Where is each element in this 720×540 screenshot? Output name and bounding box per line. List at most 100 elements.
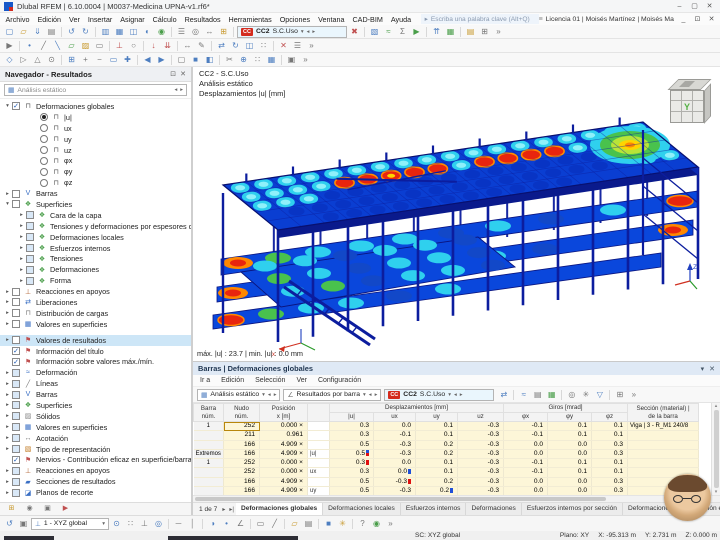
table-cell[interactable]: -0.3 — [374, 449, 416, 458]
fullscreen-table-icon[interactable]: ⊞ — [613, 389, 626, 401]
tree-item[interactable]: ⊓ux — [0, 123, 191, 134]
select-line-icon[interactable]: ╱ — [268, 518, 281, 530]
clipboard-icon[interactable]: ⊞ — [478, 26, 491, 38]
combo-dropdown-icon[interactable]: ▾ — [262, 392, 265, 398]
more-edit-icon[interactable]: » — [305, 40, 318, 52]
tree-radio[interactable] — [40, 124, 48, 132]
expander-icon[interactable]: ▸ — [3, 490, 12, 496]
table-cell[interactable]: 1 — [194, 422, 224, 431]
menu-opciones[interactable]: Opciones — [276, 15, 313, 24]
table-cell[interactable]: 0.000 × — [260, 468, 308, 477]
table-cell[interactable]: -0.1 — [374, 431, 416, 440]
table-cell[interactable]: -0.3 — [458, 440, 504, 449]
tree-item[interactable]: ▸◪Planos de recorte — [0, 487, 191, 498]
navigation-cube[interactable]: Y — [660, 75, 712, 127]
tree-checkbox[interactable]: ✓ — [12, 456, 20, 464]
table-cell[interactable] — [194, 468, 224, 477]
tree-item[interactable]: ▸❖Forma — [0, 275, 191, 286]
table-cell[interactable]: 0.2 — [416, 477, 458, 486]
table-cell[interactable]: 4.909 × — [260, 449, 308, 458]
expander-icon[interactable]: ▸ — [3, 392, 12, 398]
table-cell[interactable] — [308, 440, 330, 449]
table-tab[interactable]: Esfuerzos internos — [401, 503, 467, 515]
table-cell[interactable]: -0.3 — [458, 422, 504, 431]
transparent-display-icon[interactable]: ◧ — [203, 54, 216, 66]
table-cell[interactable] — [308, 431, 330, 440]
maximize-button[interactable]: ▢ — [688, 1, 701, 12]
table-cell[interactable]: -0.1 — [504, 459, 548, 468]
table-cell[interactable]: 1 — [194, 459, 224, 468]
table-cell[interactable]: 252 — [224, 468, 260, 477]
expander-icon[interactable]: ▸ — [3, 289, 12, 295]
table-cell[interactable]: 0.3 — [330, 422, 374, 431]
tree-radio[interactable] — [40, 113, 48, 121]
table-cell[interactable]: 0.000 × — [260, 422, 308, 431]
webcam-overlay[interactable] — [664, 474, 711, 521]
combo-dropdown-icon[interactable]: ▾ — [102, 521, 105, 527]
zoom-all-icon[interactable]: ⊞ — [65, 54, 78, 66]
tree-checkbox[interactable] — [26, 255, 34, 263]
mdi-restore-button[interactable]: ⊡ — [691, 14, 704, 25]
result-diagrams-icon[interactable]: ≈ — [382, 26, 395, 38]
split-view-icon[interactable]: ◫ — [127, 26, 140, 38]
tree-checkbox[interactable] — [26, 211, 34, 219]
expander-icon[interactable]: ▸ — [3, 191, 12, 197]
table-cell[interactable]: 0.3 — [330, 468, 374, 477]
tree-checkbox[interactable] — [12, 309, 20, 317]
annotation-icon[interactable]: ✎ — [195, 40, 208, 52]
close-button[interactable]: ✕ — [703, 1, 716, 12]
view-in-x-icon[interactable]: ▷ — [17, 54, 30, 66]
coordinate-system-combo[interactable]: ⊥ 1 - XYZ global ▾ — [31, 518, 109, 530]
table-cell[interactable] — [308, 422, 330, 431]
table-cell[interactable] — [194, 440, 224, 449]
blocks-icon[interactable]: ⊞ — [217, 26, 230, 38]
mdi-minimize-button[interactable]: _ — [677, 14, 690, 25]
tree-checkbox[interactable] — [12, 288, 20, 296]
object-snap-icon[interactable]: ⊕ — [237, 54, 250, 66]
table-cell[interactable]: 0.1 — [548, 459, 592, 468]
keyword-search-input[interactable]: ▸ Escriba una palabra clave (Alt+Q) — [421, 14, 539, 24]
table-cell[interactable]: 0.5 — [330, 477, 374, 486]
table-cell[interactable] — [194, 487, 224, 495]
tree-item[interactable]: ▸VBarras — [0, 389, 191, 400]
osnap-perpendicular-icon[interactable]: ∠ — [234, 518, 247, 530]
expander-icon[interactable]: ▸ — [3, 370, 12, 376]
table-cell[interactable]: -0.3 — [458, 477, 504, 486]
expander-icon[interactable]: ▸ — [3, 299, 12, 305]
pin-icon[interactable]: ⊡ — [170, 70, 176, 78]
table-result-mode-combo[interactable]: ∠ Resultados por barra ▾ ◂ ▸ — [283, 389, 381, 401]
new-opening-icon[interactable]: ▭ — [93, 40, 106, 52]
guideline-horizontal-icon[interactable]: ─ — [172, 518, 185, 530]
tree-checkbox[interactable] — [12, 467, 20, 475]
expander-icon[interactable]: ▸ — [17, 256, 26, 262]
combo-dropdown-icon[interactable]: ▾ — [301, 29, 304, 35]
snap-settings-icon[interactable]: ⊙ — [110, 518, 123, 530]
tree-item[interactable]: ▸▦Valores en superficies — [0, 319, 191, 330]
table-cell[interactable]: 0.3 — [592, 487, 628, 495]
menu-herramientas[interactable]: Herramientas — [225, 15, 275, 24]
tree-radio[interactable] — [40, 135, 48, 143]
tree-checkbox[interactable] — [26, 233, 34, 241]
table-cell[interactable]: 0.2 — [416, 440, 458, 449]
ortho-mode-icon[interactable]: ⊥ — [138, 518, 151, 530]
combo-next-icon[interactable]: ▸ — [312, 29, 315, 35]
table-cell[interactable]: 166 — [224, 487, 260, 495]
minimize-button[interactable]: – — [673, 1, 686, 12]
table-load-case-combo[interactable]: CC CC2 S.C.Uso ▾ ◂ ▸ — [384, 389, 494, 401]
tree-checkbox[interactable]: ✓ — [12, 358, 20, 366]
table-cell[interactable]: 0.3 — [592, 449, 628, 458]
dock-panel-icon[interactable]: ▾ — [701, 365, 705, 373]
tree-checkbox[interactable] — [12, 423, 20, 431]
table-tab[interactable]: Deformaciones globales — [236, 503, 323, 515]
solid-display-icon[interactable]: ■ — [189, 54, 202, 66]
previous-view-icon[interactable]: ◀ — [141, 54, 154, 66]
tree-item[interactable]: ✓⚑Información sobre valores máx./mín. — [0, 356, 191, 367]
tree-checkbox[interactable] — [12, 478, 20, 486]
table-cell[interactable]: 0.5 — [330, 440, 374, 449]
select-window-icon[interactable]: ▭ — [254, 518, 267, 530]
table-cell[interactable]: 0.2 — [416, 487, 458, 495]
table-cell[interactable]: uy — [308, 487, 330, 495]
table-cell[interactable]: 0.1 — [548, 431, 592, 440]
tree-item[interactable]: ▸▦Valores en superficies — [0, 422, 191, 433]
table-cell[interactable]: 166 — [224, 440, 260, 449]
